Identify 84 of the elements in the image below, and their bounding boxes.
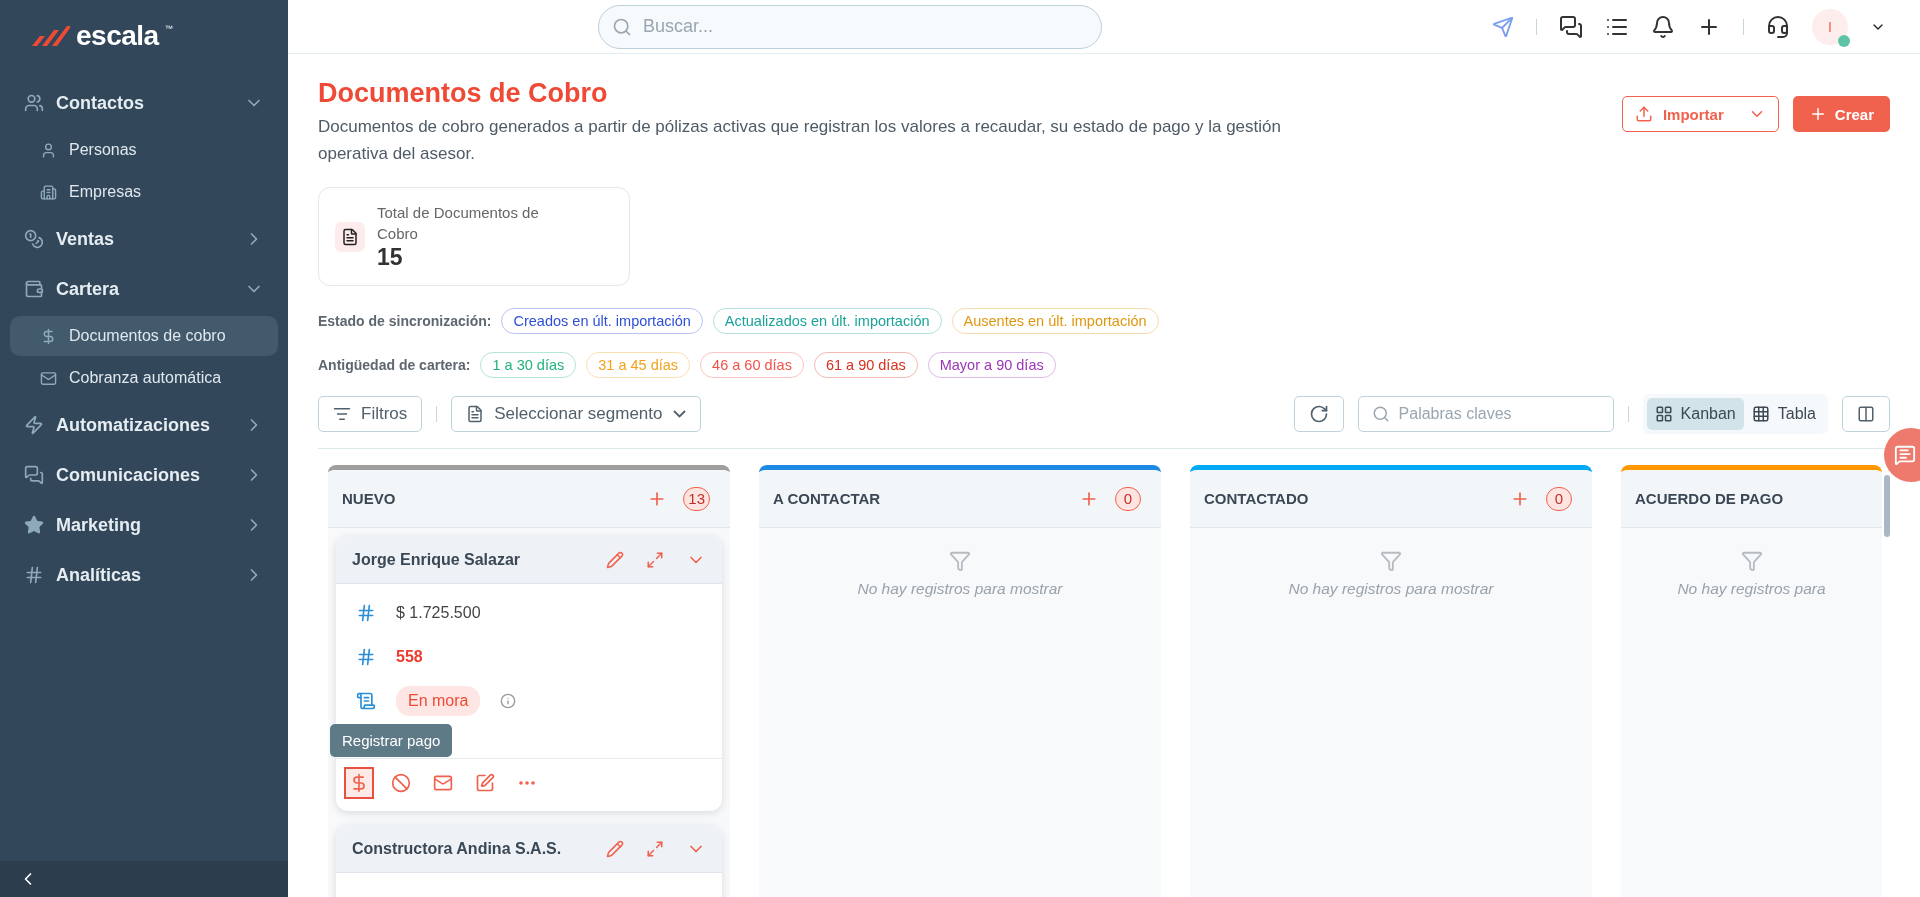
trademark: ™: [164, 24, 173, 33]
building-icon: [40, 183, 57, 201]
field-value: $ 1.725.500: [396, 604, 481, 623]
chevron-down-icon: [672, 410, 686, 419]
column-title: NUEVO: [342, 490, 397, 508]
star-icon: [24, 515, 44, 535]
card-title: Jorge Enrique Salazar: [352, 550, 522, 569]
grid-icon: [1654, 405, 1673, 424]
search-icon: [612, 16, 632, 37]
envelope-icon: [433, 773, 453, 794]
funnel-icon: [949, 550, 971, 573]
refresh-button[interactable]: [1293, 396, 1344, 433]
dollar-button[interactable]: [344, 767, 374, 800]
chat-icon: [1894, 444, 1916, 466]
keyword-field[interactable]: Palabras claves: [1357, 396, 1614, 433]
person-icon: [40, 141, 57, 159]
people-icon: [24, 93, 44, 113]
document-icon: [466, 405, 485, 424]
nav-item[interactable]: Analíticas: [10, 550, 278, 600]
bell-icon[interactable]: [1651, 14, 1675, 39]
document-icon: [356, 691, 376, 712]
count-badge: 0: [1546, 486, 1572, 511]
pencil-icon[interactable]: [606, 839, 624, 858]
lightning-icon: [24, 415, 44, 435]
empty-message: No hay registros para mostrar: [1288, 580, 1494, 599]
document-icon: [335, 221, 365, 252]
column-title: CONTACTADO: [1204, 490, 1310, 508]
field-value: 558: [396, 648, 423, 667]
logo-text: escala: [76, 20, 159, 52]
segment-dropdown[interactable]: Seleccionar segmento: [451, 396, 701, 433]
tooltip: Registrar pago: [330, 724, 453, 758]
edit-icon: [475, 773, 495, 794]
scrollbar: [1884, 475, 1890, 537]
pencil-icon[interactable]: [606, 550, 624, 569]
nav-subitem[interactable]: Cobranza automática: [10, 358, 278, 398]
column-title: A CONTACTAR: [773, 490, 882, 508]
aging-label: Antigüedad de cartera:: [318, 357, 471, 374]
column-title: ACUERDO DE PAGO: [1635, 490, 1785, 508]
chat-icon[interactable]: [1559, 14, 1583, 39]
count-badge: 0: [1115, 486, 1141, 511]
page-title: Documentos de Cobro: [318, 78, 609, 109]
nav-item[interactable]: Ventas: [10, 214, 278, 264]
refresh-icon: [1308, 404, 1329, 425]
hash-icon: [356, 647, 376, 668]
nav-item[interactable]: Comunicaciones: [10, 450, 278, 500]
stat-label: Total de Documentos de Cobro: [377, 203, 540, 245]
nav-item[interactable]: Cartera: [10, 264, 278, 314]
wallet-icon: [24, 279, 44, 299]
sync-label: Estado de sincronización:: [318, 313, 492, 330]
more-icon: [519, 781, 535, 786]
column-layout-button[interactable]: [1842, 396, 1890, 433]
nav-item[interactable]: Automatizaciones: [10, 400, 278, 450]
nav-item[interactable]: Marketing: [10, 500, 278, 550]
empty-message: No hay registros para mostrar: [857, 580, 1063, 599]
funnel-icon: [1380, 550, 1402, 573]
hash-icon: [24, 565, 44, 585]
info-icon[interactable]: [500, 693, 517, 710]
status-chip: En mora: [396, 686, 481, 717]
expand-icon[interactable]: [646, 839, 664, 858]
expand-icon[interactable]: [646, 550, 664, 569]
logo-icon: [30, 25, 70, 47]
view-tab[interactable]: Tabla: [1743, 398, 1824, 431]
filters-button[interactable]: Filtros: [318, 396, 423, 433]
nav-subitem[interactable]: Empresas: [10, 172, 278, 212]
columns-icon: [1857, 405, 1875, 424]
search-field[interactable]: Buscar...: [598, 4, 1102, 49]
headset-icon[interactable]: [1766, 14, 1790, 39]
nav-subitem[interactable]: Documentos de cobro: [10, 316, 278, 356]
upload-icon: [1634, 105, 1653, 123]
envelope-icon: [40, 369, 57, 387]
nav-subitem[interactable]: Personas: [10, 130, 278, 170]
prohibited-icon: [391, 773, 411, 794]
hash-icon: [356, 603, 376, 624]
card-title: Constructora Andina S.A.S.: [352, 839, 563, 858]
page-description: Documentos de cobro generados a partir de pólizas activas que registran los valores a recaudar, su estado de pago y la gestión operativa del asesor.: [318, 116, 1282, 166]
count-badge: 13: [683, 486, 710, 511]
chat-bubbles-icon: [24, 465, 44, 485]
stat-value: 15: [377, 244, 404, 272]
view-tab[interactable]: Kanban: [1646, 398, 1744, 431]
table-icon: [1751, 405, 1770, 424]
empty-message: No hay registros para: [1677, 580, 1826, 599]
nav-item[interactable]: Contactos: [10, 78, 278, 128]
search-icon: [1371, 405, 1390, 424]
funnel-icon: [1740, 550, 1763, 573]
